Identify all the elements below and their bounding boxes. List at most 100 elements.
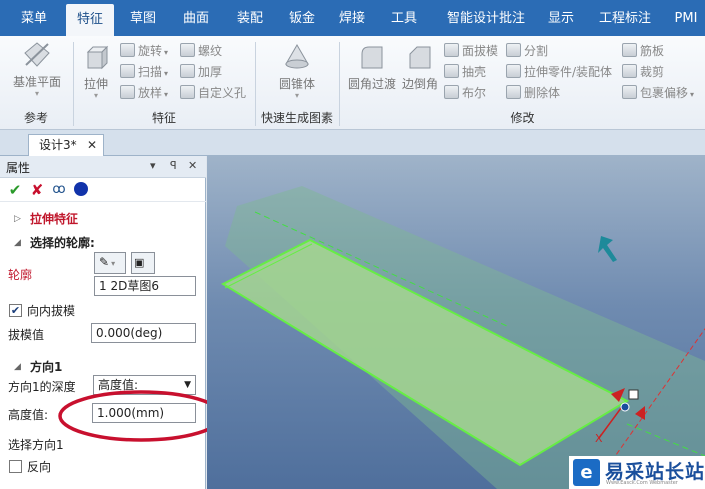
fillet-button[interactable]: 圆角过渡 [344,42,400,92]
sketch-view-icon: ▣ [134,256,145,269]
tab-pmi[interactable]: PMI [668,0,704,36]
tab-sheetmetal[interactable]: 钣金 [280,0,324,36]
sweep-button[interactable]: 扫描 ▾ [120,63,168,81]
split-label: 分割 [524,44,549,58]
base-plane-icon [24,42,50,67]
tab-assembly[interactable]: 装配 [226,0,274,36]
group-reference: 基准平面 ▾ 参考 [0,36,72,130]
base-plane-button[interactable]: 基准平面 ▾ [6,40,68,98]
handle-box[interactable] [628,389,639,400]
extrude-button[interactable]: 拉伸 ▾ [76,42,116,100]
tab-engineering-annotation[interactable]: 工程标注 [594,0,656,36]
collapse-arrow-icon[interactable]: ▷ [14,214,21,224]
panel-title: 属性 [6,161,31,175]
chamfer-button[interactable]: 边倒角 [400,42,440,92]
expand-arrow-icon[interactable]: ◢ [14,362,21,372]
panel-pin-icon[interactable]: ꟼ [170,159,177,172]
revolve-button[interactable]: 旋转 ▾ [120,42,168,60]
wrap-offset-icon [622,85,637,99]
x-axis-label: X [595,432,603,445]
custom-hole-icon [180,85,195,99]
chamfer-label: 边倒角 [401,77,438,91]
revolve-caret: ▾ [164,48,169,57]
expand-arrow-icon[interactable]: ◢ [14,238,21,248]
face-draft-label: 面拔模 [462,44,499,58]
trim-button[interactable]: 裁剪 [622,63,664,81]
tab-menu[interactable]: 菜单 [6,0,62,36]
tab-features[interactable]: 特征 [66,4,114,36]
group-label-features: 特征 [151,111,176,125]
draft-value-input[interactable]: 0.000(deg) [91,323,196,343]
draft-inward-checkbox[interactable]: ✔ [9,304,22,317]
rib-button[interactable]: 筋板 [622,42,664,60]
picker-caret: ▾ [111,259,116,268]
cone-label: 圆锥体 [278,77,315,91]
reverse-label: 反向 [27,460,52,474]
profile-label: 轮廓 [8,268,33,282]
loft-button[interactable]: 放样 ▾ [120,84,168,102]
extrude-to-part-button[interactable]: 拉伸零件/装配体 [506,63,612,81]
thicken-button[interactable]: 加厚 [180,63,222,81]
help-dot-icon[interactable] [72,181,90,199]
confirm-check-icon[interactable]: ✔ [6,181,24,199]
shell-icon [444,64,459,78]
split-button[interactable]: 分割 [506,42,548,60]
delete-body-icon [506,85,521,99]
tab-tools[interactable]: 工具 [382,0,426,36]
3d-viewport[interactable]: X [207,156,705,489]
custom-hole-button[interactable]: 自定义孔 [180,84,246,102]
close-tab-icon[interactable]: ✕ [87,135,97,155]
fillet-icon [361,46,383,69]
property-panel: 属性 ▾ ꟼ ✕ ✔ ✘ ꝏ ▷ 拉伸特征 ◢ 选择的轮廓: 轮廓 ✎ ▾ ▣ 1… [0,156,224,489]
group-modify: 圆角过渡 边倒角 面拔模 抽壳 布尔 分割 拉伸零件/装配体 删除体 筋板 裁剪… [340,36,705,130]
document-tab[interactable]: 设计3* ✕ [28,134,104,156]
thicken-label: 加厚 [198,65,223,79]
tab-smart-annotation[interactable]: 智能设计批注 [440,0,532,36]
tab-display[interactable]: 显示 [540,0,582,36]
reverse-checkbox[interactable] [9,460,22,473]
watermark-sub: Www.Easck.Com Webmaster [606,480,678,486]
profile-field[interactable]: 1 2D草图6 [94,276,196,296]
cancel-x-icon[interactable]: ✘ [28,181,46,199]
group-label-reference: 参考 [23,111,48,125]
loft-caret: ▾ [164,90,169,99]
face-draft-icon [444,43,459,57]
custom-hole-label: 自定义孔 [198,86,247,100]
boolean-button[interactable]: 布尔 [444,84,486,102]
watermark-logo: e [573,459,600,486]
tab-welding[interactable]: 焊接 [330,0,374,36]
extrude-label: 拉伸 [83,77,108,91]
draft-inward-label: 向内拔模 [27,304,76,318]
extrude-to-part-icon [506,64,521,78]
section-profile-title: 选择的轮廓: [30,236,95,250]
sweep-caret: ▾ [164,69,169,78]
profile-view-button[interactable]: ▣ [131,252,155,274]
cone-button[interactable]: 圆锥体 ▾ [272,42,322,100]
tab-surface[interactable]: 曲面 [172,0,220,36]
watermark: e 易采站长站 Www.Easck.Com Webmaster [569,456,705,489]
extrude-to-part-label: 拉伸零件/装配体 [524,65,613,79]
tab-sketch[interactable]: 草图 [120,0,166,36]
shell-button[interactable]: 抽壳 [444,63,486,81]
profile-picker-button[interactable]: ✎ ▾ [94,252,126,274]
revolve-icon [120,43,135,57]
panel-menu-icon[interactable]: ▾ [150,159,156,172]
loft-label: 放样 [138,86,163,100]
cone-icon [285,44,309,69]
wrap-offset-button[interactable]: 包裹偏移 ▾ [622,84,694,102]
delete-body-button[interactable]: 删除体 [506,84,560,102]
preview-glasses-icon[interactable]: ꝏ [50,181,68,199]
cursor-arrow-icon [598,236,617,262]
wrap-offset-caret: ▾ [690,90,695,99]
panel-toolbar: ✔ ✘ ꝏ [0,178,206,202]
cone-caret: ▾ [294,91,299,100]
section-direction1-title: 方向1 [30,360,63,374]
draft-value-label: 拔模值 [8,328,45,342]
panel-close-icon[interactable]: ✕ [188,159,197,172]
thread-button[interactable]: 螺纹 [180,42,222,60]
face-draft-button[interactable]: 面拔模 [444,42,498,60]
sketch-picker-icon: ✎ [99,255,110,269]
group-quick-primitives: 圆锥体 ▾ 快速生成图素 [256,36,338,130]
handle-point[interactable] [620,402,630,412]
trim-icon [622,64,637,78]
